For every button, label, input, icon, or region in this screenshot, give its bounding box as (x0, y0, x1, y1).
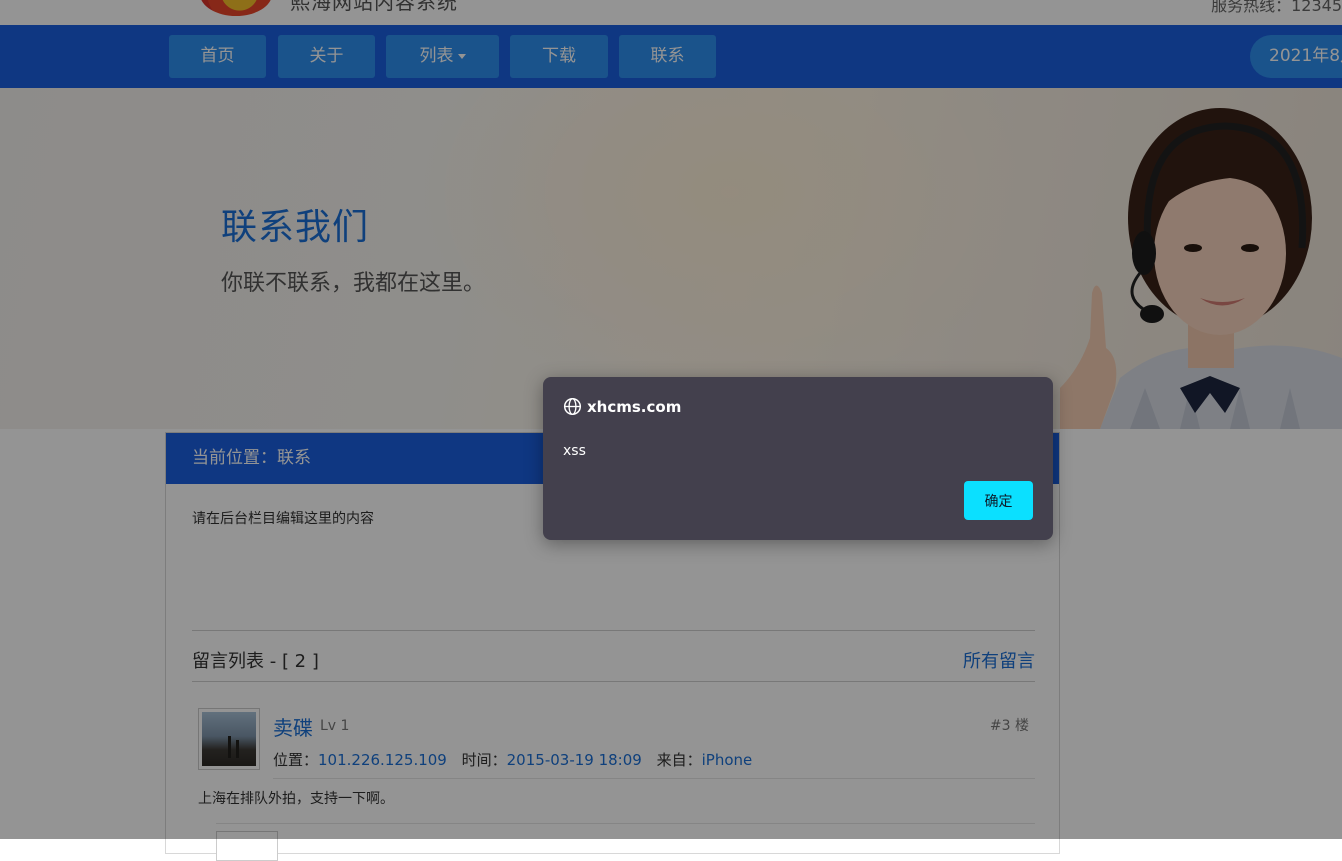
dialog-message: xss (563, 443, 586, 459)
alert-dialog: xhcms.com xss 确定 (543, 377, 1053, 540)
dialog-origin: xhcms.com (587, 397, 682, 416)
globe-icon (563, 397, 582, 416)
confirm-button[interactable]: 确定 (964, 481, 1033, 520)
dialog-title: xhcms.com (563, 397, 681, 416)
